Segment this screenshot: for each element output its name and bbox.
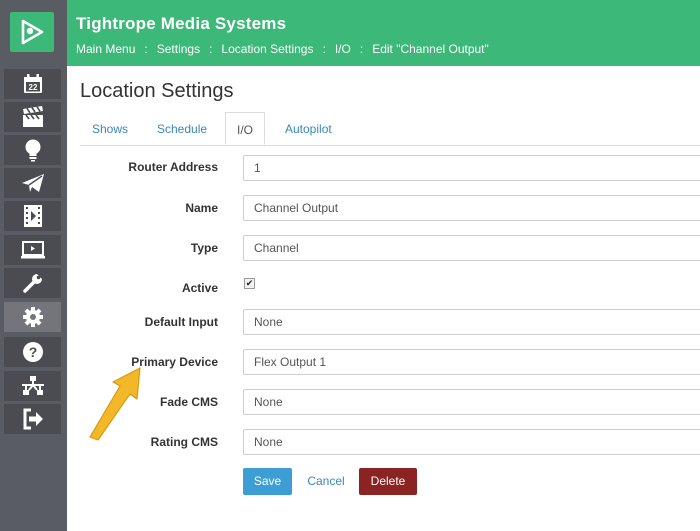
sidebar-item-logout[interactable]: [4, 404, 61, 434]
film-play-icon: [23, 205, 42, 227]
breadcrumb-separator: :: [209, 42, 213, 56]
breadcrumb-io[interactable]: I/O: [335, 42, 351, 56]
router-address-field[interactable]: 1: [243, 155, 700, 181]
primary-device-select[interactable]: Flex Output 1: [243, 349, 700, 375]
router-address-label: Router Address: [128, 160, 218, 174]
bulb-icon: [25, 139, 40, 162]
name-field[interactable]: Channel Output: [243, 195, 700, 221]
gear-icon: [22, 307, 43, 327]
play-logo-icon: [21, 19, 44, 45]
active-label: Active: [181, 281, 218, 295]
sidebar: 22 ?: [0, 0, 67, 531]
type-label: Type: [190, 241, 218, 255]
rating-cms-label: Rating CMS: [150, 435, 218, 449]
type-select[interactable]: Channel: [243, 235, 700, 261]
breadcrumb-current: Edit "Channel Output": [372, 42, 489, 56]
delete-button[interactable]: Delete: [359, 468, 417, 495]
wrench-icon: [22, 274, 42, 293]
sign-out-icon: [23, 408, 43, 430]
breadcrumb: Main Menu: Settings: Location Settings: I/O…: [76, 42, 489, 56]
annotation-arrow-icon: [89, 367, 141, 441]
default-input-select[interactable]: None: [243, 309, 700, 335]
cancel-button[interactable]: Cancel: [300, 468, 352, 495]
save-button[interactable]: Save: [243, 468, 292, 495]
sidebar-item-send[interactable]: [4, 168, 61, 198]
breadcrumb-separator: :: [144, 42, 148, 56]
sidebar-item-display[interactable]: [4, 235, 61, 265]
calendar-icon: 22: [23, 74, 42, 93]
calendar-day-text: 22: [28, 83, 37, 92]
sidebar-item-ideas[interactable]: [4, 135, 61, 165]
sidebar-item-tools[interactable]: [4, 268, 61, 298]
breadcrumb-separator: :: [322, 42, 326, 56]
app-logo[interactable]: [10, 12, 54, 52]
sidebar-item-calendar[interactable]: 22: [4, 69, 61, 99]
page-title: Location Settings: [80, 80, 234, 102]
tab-bar: Shows Schedule I/O Autopilot: [80, 112, 700, 146]
monitor-icon: [20, 241, 45, 259]
tab-schedule[interactable]: Schedule: [157, 112, 207, 144]
tab-autopilot[interactable]: Autopilot: [285, 112, 332, 144]
tab-io[interactable]: I/O: [225, 112, 266, 145]
tab-shows[interactable]: Shows: [92, 112, 128, 144]
top-header: Tightrope Media Systems Main Menu: Settin…: [67, 0, 700, 66]
fade-cms-label: Fade CMS: [159, 395, 218, 409]
clapperboard-icon: [22, 106, 43, 127]
name-label: Name: [185, 201, 218, 215]
svg-text:?: ?: [28, 344, 37, 360]
rating-cms-select[interactable]: None: [243, 429, 700, 455]
sidebar-item-settings[interactable]: [4, 302, 61, 332]
network-icon: [21, 376, 44, 395]
active-checkbox[interactable]: ✔: [244, 278, 255, 289]
breadcrumb-settings[interactable]: Settings: [157, 42, 200, 56]
sidebar-item-media[interactable]: [4, 201, 61, 231]
sidebar-item-network[interactable]: [4, 371, 61, 401]
breadcrumb-location-settings[interactable]: Location Settings: [221, 42, 313, 56]
help-icon: ?: [22, 342, 43, 362]
paper-plane-icon: [21, 174, 44, 192]
breadcrumb-separator: :: [359, 42, 364, 56]
sidebar-item-help[interactable]: ?: [4, 337, 61, 367]
breadcrumb-main-menu[interactable]: Main Menu: [76, 42, 135, 56]
default-input-label: Default Input: [144, 315, 218, 329]
sidebar-item-shows[interactable]: [4, 102, 61, 132]
fade-cms-select[interactable]: None: [243, 389, 700, 415]
app-title: Tightrope Media Systems: [76, 14, 287, 33]
